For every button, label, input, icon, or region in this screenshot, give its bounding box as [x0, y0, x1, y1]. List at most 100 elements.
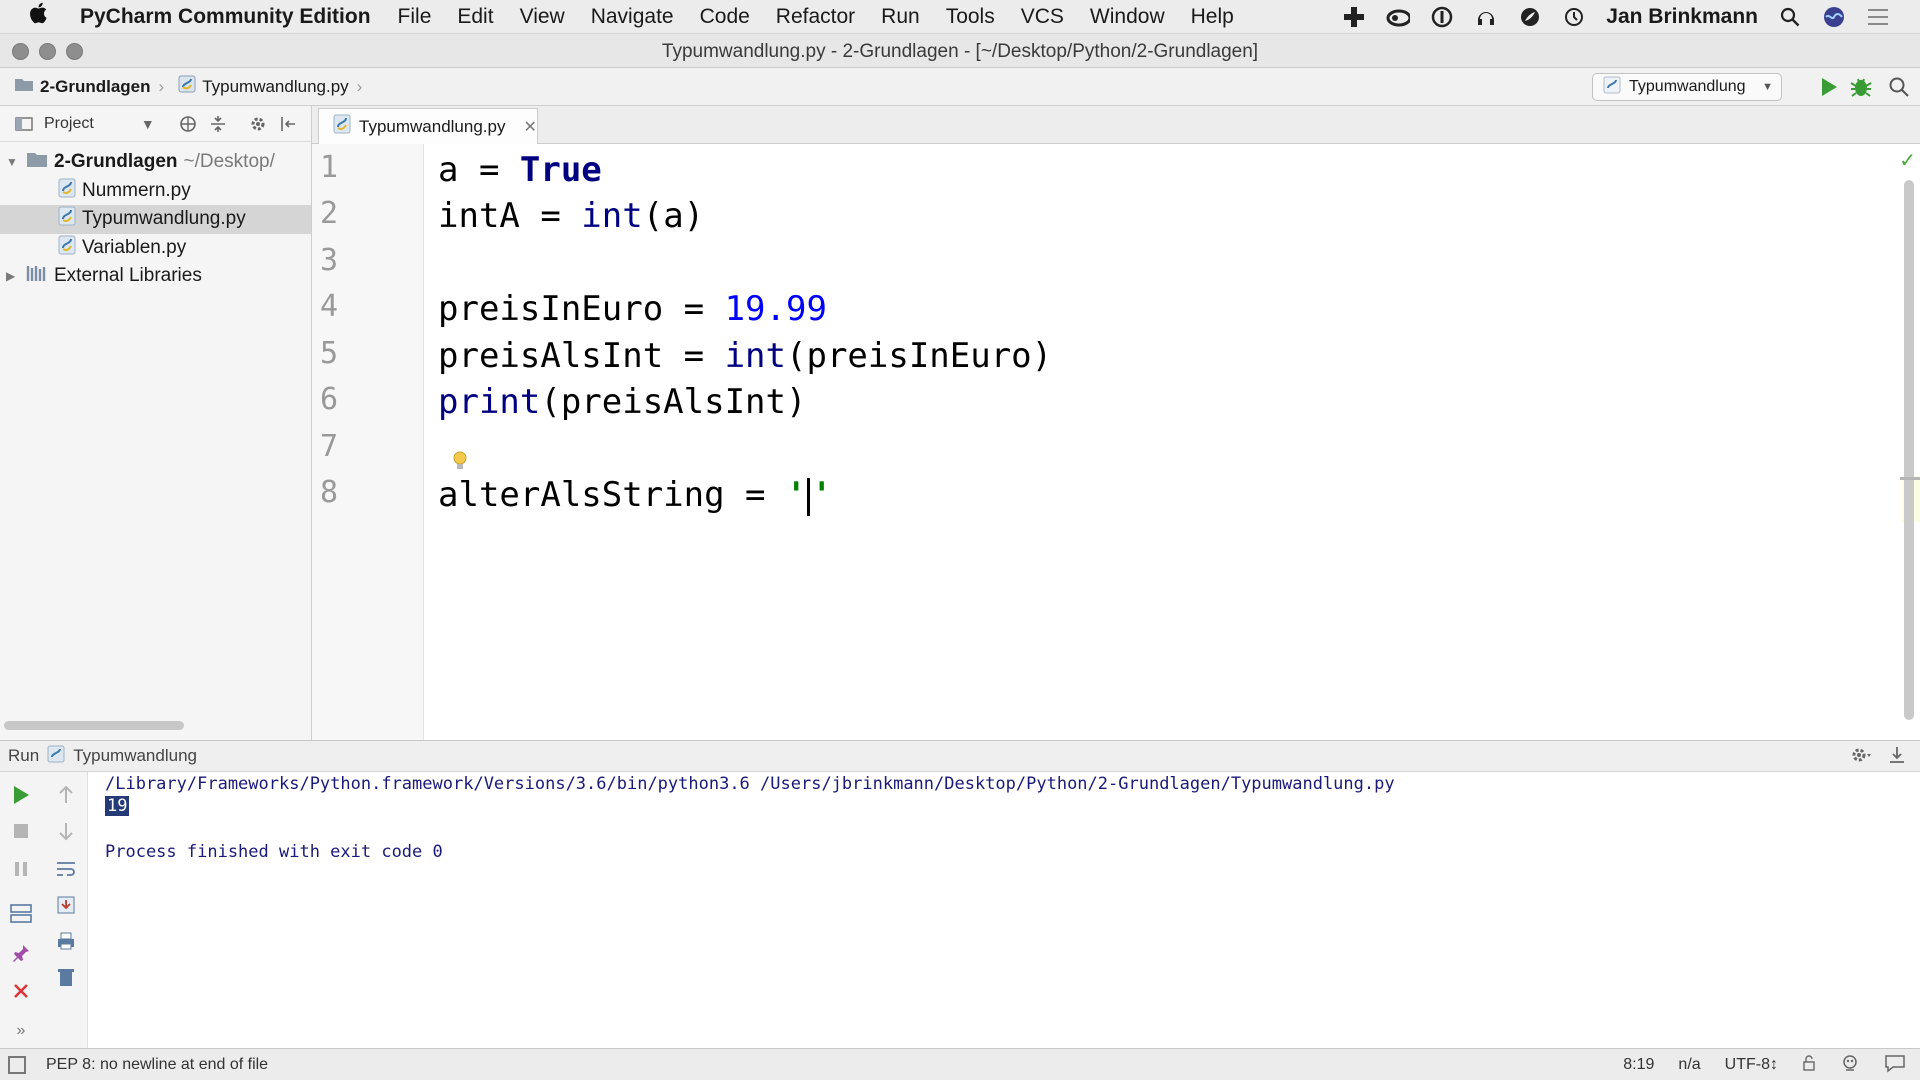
menu-help[interactable]: Help	[1191, 5, 1234, 29]
plus-tray-icon[interactable]	[1342, 5, 1366, 29]
navigation-bar: 2-Grundlagen › Typumwandlung.py › Typumw…	[0, 68, 1920, 106]
debug-button[interactable]	[1848, 74, 1874, 100]
notification-center-icon[interactable]	[1866, 5, 1890, 29]
run-configuration-dropdown[interactable]: Typumwandlung ▼	[1592, 73, 1782, 101]
tree-item-external-libraries[interactable]: ▶ External Libraries	[0, 262, 311, 291]
user-name[interactable]: Jan Brinkmann	[1606, 5, 1758, 29]
python-file-icon	[333, 114, 351, 139]
menu-view[interactable]: View	[520, 5, 565, 29]
run-console[interactable]: /Library/Frameworks/Python.framework/Ver…	[88, 772, 1920, 1048]
expanded-arrow-icon[interactable]: ▼	[6, 155, 20, 169]
line-separator[interactable]: n/a	[1678, 1056, 1700, 1074]
soft-wrap-icon[interactable]	[53, 856, 79, 882]
code-line-2: intA = int(a)	[438, 196, 705, 236]
tree-item-file-selected[interactable]: Typumwandlung.py	[0, 205, 311, 234]
pause-button[interactable]	[8, 856, 34, 882]
time-machine-icon[interactable]	[1562, 5, 1586, 29]
run-panel-label[interactable]: Run	[8, 746, 39, 766]
pin-tab-icon[interactable]	[8, 940, 34, 966]
hide-panel-icon[interactable]	[278, 114, 298, 134]
breadcrumb-chevron-icon: ›	[356, 76, 363, 96]
tree-item-file[interactable]: Nummern.py	[0, 177, 311, 206]
python-file-icon	[58, 235, 76, 261]
status-bar: PEP 8: no newline at end of file 8:19 n/…	[0, 1048, 1920, 1080]
window-title: Typumwandlung.py - 2-Grundlagen - [~/Des…	[661, 41, 1259, 62]
run-panel-header: Run Typumwandlung	[0, 740, 1920, 772]
run-button[interactable]	[1816, 74, 1842, 100]
vertical-scrollbar[interactable]	[1904, 180, 1914, 720]
search-everywhere-icon[interactable]	[1886, 74, 1912, 100]
inspector-icon[interactable]	[1840, 1053, 1860, 1078]
apple-icon[interactable]	[28, 1, 68, 32]
leaf-icon[interactable]	[1518, 5, 1542, 29]
console-exit-message: Process finished with exit code 0	[105, 842, 443, 862]
creative-cloud-icon[interactable]	[1386, 5, 1411, 29]
tool-windows-icon[interactable]	[8, 1056, 26, 1074]
menu-edit[interactable]: Edit	[457, 5, 493, 29]
siri-icon[interactable]	[1822, 5, 1846, 29]
breadcrumb-file[interactable]: Typumwandlung.py	[178, 75, 349, 98]
run-panel-config[interactable]: Typumwandlung	[73, 746, 197, 766]
python-file-icon	[1603, 76, 1621, 99]
caret-position[interactable]: 8:19	[1623, 1056, 1654, 1074]
gear-icon[interactable]	[1850, 745, 1872, 770]
app-name-menu[interactable]: PyCharm Community Edition	[80, 5, 371, 29]
menu-file[interactable]: File	[398, 5, 432, 29]
tree-item-project-root[interactable]: ▼ 2-Grundlagen ~/Desktop/	[0, 148, 311, 177]
tree-item-label: Variablen.py	[82, 236, 187, 258]
lock-icon[interactable]	[1802, 1054, 1816, 1076]
stop-button[interactable]	[8, 818, 34, 844]
editor-tab-bar: Typumwandlung.py ✕	[312, 106, 1920, 144]
breadcrumb-chevron-icon: ›	[158, 76, 165, 96]
headset-icon[interactable]	[1474, 5, 1498, 29]
editor-tab-active[interactable]: Typumwandlung.py ✕	[318, 108, 538, 144]
more-chevron-icon[interactable]: »	[8, 1018, 34, 1044]
menu-tools[interactable]: Tools	[946, 5, 995, 29]
code-editor[interactable]: a = True intA = int(a) preisInEuro = 19.…	[424, 144, 1902, 740]
restore-layout-icon[interactable]	[8, 900, 34, 926]
down-arrow-icon[interactable]	[53, 818, 79, 844]
breadcrumb-project[interactable]: 2-Grundlagen	[14, 76, 151, 97]
scroll-from-source-icon[interactable]	[178, 114, 198, 134]
python-file-icon	[58, 178, 76, 204]
horizontal-scrollbar[interactable]	[4, 721, 184, 730]
password-manager-icon[interactable]	[1430, 5, 1454, 29]
up-arrow-icon[interactable]	[53, 782, 79, 808]
project-panel-toolbar: Project ▼	[0, 106, 311, 142]
spotlight-search-icon[interactable]	[1778, 5, 1802, 29]
menu-window[interactable]: Window	[1090, 5, 1165, 29]
gear-icon[interactable]	[248, 114, 268, 134]
inspection-ok-icon[interactable]: ✓	[1899, 148, 1916, 173]
close-tab-icon[interactable]: ✕	[523, 117, 536, 137]
line-number: 2	[320, 196, 339, 231]
print-icon[interactable]	[53, 928, 79, 954]
menu-navigate[interactable]: Navigate	[591, 5, 674, 29]
run-configuration-label: Typumwandlung	[1629, 78, 1746, 95]
trash-icon[interactable]	[53, 964, 79, 990]
chevron-down-icon[interactable]: ▼	[138, 114, 158, 134]
tree-item-label: 2-Grundlagen	[54, 151, 178, 173]
editor-tab-label: Typumwandlung.py	[359, 116, 506, 136]
chevron-down-icon: ▼	[1762, 81, 1773, 93]
close-run-icon[interactable]	[8, 978, 34, 1004]
menu-code[interactable]: Code	[700, 5, 750, 29]
collapse-all-icon[interactable]	[208, 114, 228, 134]
tree-item-file[interactable]: Variablen.py	[0, 234, 311, 263]
menu-run[interactable]: Run	[881, 5, 920, 29]
library-icon	[26, 264, 48, 288]
editor-gutter: 1 2 3 4 5 6 7 8	[312, 144, 424, 740]
event-log-icon[interactable]	[1884, 1053, 1906, 1078]
menu-refactor[interactable]: Refactor	[776, 5, 855, 29]
scroll-to-end-icon[interactable]	[53, 892, 79, 918]
collapsed-arrow-icon[interactable]: ▶	[6, 269, 20, 283]
console-command: /Library/Frameworks/Python.framework/Ver…	[105, 774, 1395, 794]
menu-vcs[interactable]: VCS	[1021, 5, 1064, 29]
line-number: 1	[320, 150, 339, 185]
line-number: 7	[320, 429, 339, 464]
line-number: 4	[320, 289, 339, 324]
hide-panel-icon[interactable]	[1888, 745, 1906, 770]
project-view-label[interactable]: Project	[44, 115, 94, 133]
rerun-button[interactable]	[8, 782, 34, 808]
file-encoding[interactable]: UTF-8↕	[1725, 1056, 1778, 1074]
lightbulb-icon[interactable]	[452, 450, 468, 472]
